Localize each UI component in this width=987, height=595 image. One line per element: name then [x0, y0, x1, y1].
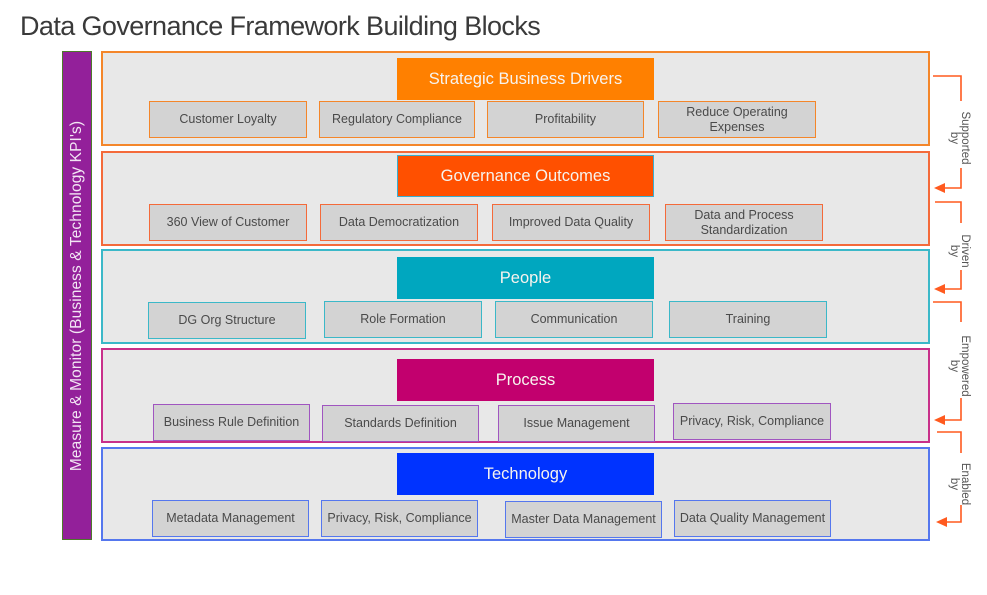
layer-people: People DG Org Structure Role Formation C…: [101, 249, 930, 344]
layer-technology: Technology Metadata Management Privacy, …: [101, 447, 930, 541]
block-item: Data and Process Standardization: [665, 204, 823, 241]
connector-label-empowered: Empowered by: [948, 335, 971, 397]
connector-bracket-empowered-end: [944, 398, 962, 421]
block-item: Metadata Management: [152, 500, 309, 537]
layer-strategic-business-drivers: Strategic Business Drivers Customer Loya…: [101, 51, 930, 146]
connector-label-driven: Driven by: [948, 234, 971, 268]
arrow-head-icon: [934, 284, 945, 294]
arrow-head-icon: [934, 183, 945, 193]
block-item: Training: [669, 301, 827, 338]
arrow-head-icon: [936, 517, 947, 527]
block-item: Data Quality Management: [674, 500, 831, 537]
layer-governance-outcomes: Governance Outcomes 360 View of Customer…: [101, 151, 930, 246]
block-item: Business Rule Definition: [153, 404, 310, 441]
connector-bracket-empowered: [933, 301, 962, 322]
layer-heading: People: [397, 257, 654, 299]
block-item: Reduce Operating Expenses: [658, 101, 816, 138]
page-title: Data Governance Framework Building Block…: [20, 11, 541, 41]
connector-label-supported: Supported by: [948, 111, 971, 165]
layer-heading: Process: [397, 359, 654, 401]
arrow-head-icon: [934, 415, 945, 425]
block-item: Data Democratization: [320, 204, 478, 241]
connector-bracket-driven: [935, 201, 962, 223]
connector-bracket-enabled: [937, 431, 962, 453]
measure-monitor-bar: Measure & Monitor (Business & Technology…: [62, 51, 92, 540]
layer-process: Process Business Rule Definition Standar…: [101, 348, 930, 443]
block-item: Communication: [495, 301, 653, 338]
block-item: Master Data Management: [505, 501, 662, 538]
block-item: Privacy, Risk, Compliance: [673, 403, 831, 440]
connector-label-enabled: Enabled by: [948, 462, 971, 506]
block-item: Role Formation: [324, 301, 482, 338]
connector-bracket-supported-end: [944, 168, 962, 189]
block-item: Issue Management: [498, 405, 655, 442]
layer-heading: Governance Outcomes: [397, 155, 654, 197]
block-item: Regulatory Compliance: [319, 101, 475, 138]
block-item: DG Org Structure: [148, 302, 306, 339]
block-item: Profitability: [487, 101, 644, 138]
block-item: Improved Data Quality: [492, 204, 650, 241]
layer-heading: Strategic Business Drivers: [397, 58, 654, 100]
connector-bracket-supported: [933, 75, 962, 101]
measure-monitor-label: Measure & Monitor (Business & Technology…: [68, 120, 85, 471]
block-item: Privacy, Risk, Compliance: [321, 500, 478, 537]
block-item: Customer Loyalty: [149, 101, 307, 138]
block-item: Standards Definition: [322, 405, 479, 442]
layer-heading: Technology: [397, 453, 654, 495]
block-item: 360 View of Customer: [149, 204, 307, 241]
